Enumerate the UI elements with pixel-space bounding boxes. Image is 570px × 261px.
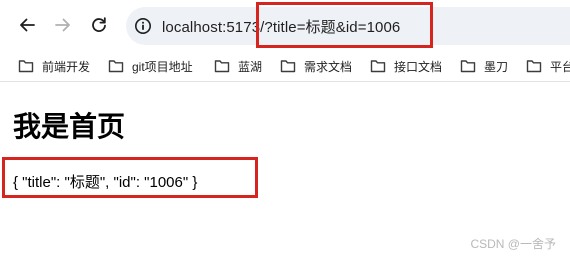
query-params-output: { "title": "标题", "id": "1006" } (13, 174, 198, 191)
bookmark-label: 前端开发 (42, 59, 91, 74)
bookmark-label: 需求文档 (304, 59, 353, 74)
folder-icon (370, 60, 386, 73)
arrow-right-icon (55, 18, 70, 32)
bookmark-label: 墨刀 (484, 59, 509, 74)
address-bar[interactable]: localhost:5173/?title=标题&id=1006 (126, 7, 570, 45)
folder-icon (460, 60, 476, 73)
reload-icon (92, 17, 106, 32)
page-title: 我是首页 (13, 110, 126, 143)
bookmark-platform[interactable]: 平台 (526, 55, 570, 77)
folder-icon (108, 60, 124, 73)
bookmark-modao[interactable]: 墨刀 (460, 55, 508, 77)
bookmark-label: 平台 (550, 59, 570, 74)
bookmark-label: 接口文档 (394, 59, 443, 74)
site-info-icon[interactable] (134, 17, 152, 35)
folder-icon (18, 60, 34, 73)
bookmark-requirements-doc[interactable]: 需求文档 (280, 55, 352, 77)
bookmark-lanhu[interactable]: 蓝湖 (214, 55, 262, 77)
bookmark-label: git项目地址 (132, 59, 193, 74)
reload-button[interactable] (88, 14, 110, 36)
folder-icon (214, 60, 230, 73)
arrow-left-icon (20, 18, 35, 32)
folder-icon (280, 60, 296, 73)
bookmark-label: 蓝湖 (238, 59, 263, 74)
browser-toolbar: localhost:5173/?title=标题&id=1006 (0, 0, 570, 50)
bookmark-frontend-dev[interactable]: 前端开发 (18, 55, 90, 77)
bookmarks-bar: 前端开发 git项目地址 蓝湖 需求文档 接口文档 墨刀 平台 (0, 50, 570, 82)
folder-icon (526, 60, 542, 73)
url-text[interactable]: localhost:5173/?title=标题&id=1006 (162, 16, 400, 37)
back-button[interactable] (16, 14, 38, 36)
bookmark-git-project[interactable]: git项目地址 (108, 55, 193, 77)
watermark: CSDN @一舍予 (470, 237, 556, 251)
bookmark-api-doc[interactable]: 接口文档 (370, 55, 442, 77)
forward-button[interactable] (52, 14, 74, 36)
